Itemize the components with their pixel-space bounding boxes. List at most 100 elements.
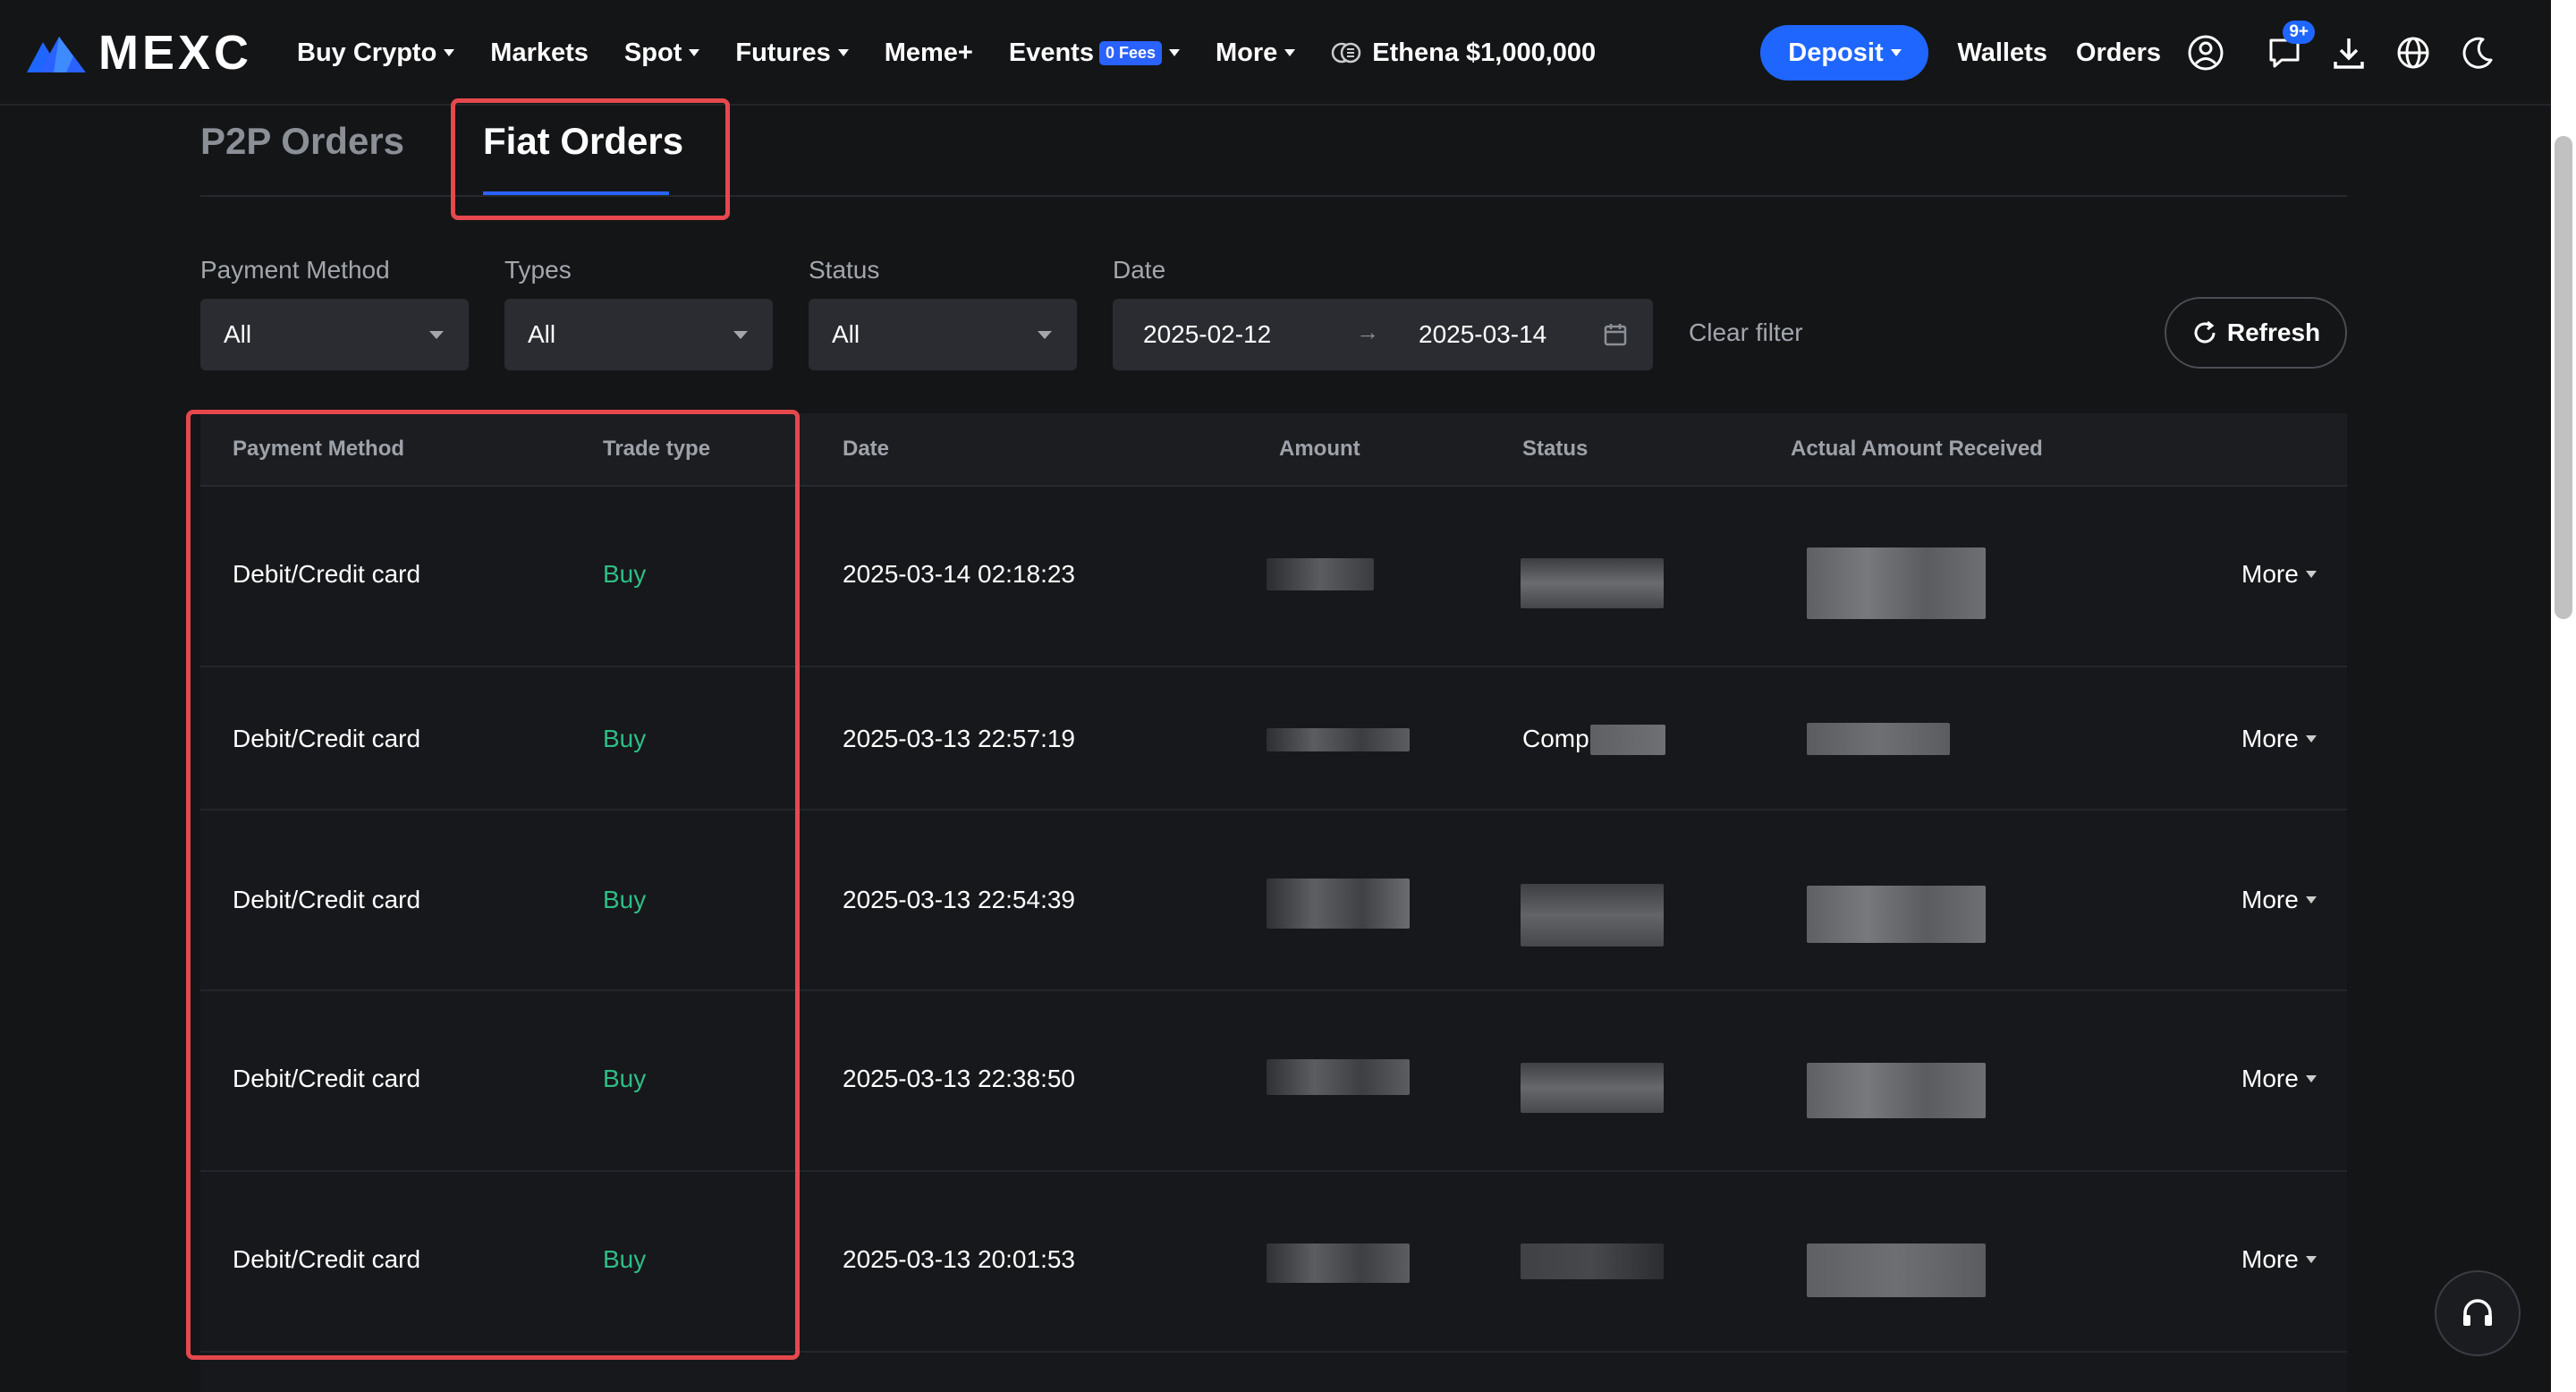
coins-icon [1332, 42, 1361, 64]
redacted-amount [1267, 558, 1374, 590]
date-cell: 2025-03-13 20:01:53 [843, 1245, 1075, 1273]
menu-more[interactable]: More [1216, 38, 1296, 68]
date-filter-label: Date [1113, 256, 1166, 284]
payment-method-select[interactable]: All [200, 299, 469, 370]
chevron-down-icon [429, 331, 444, 339]
download-icon [2334, 38, 2364, 69]
redacted-received [1807, 886, 1986, 943]
top-navigation: MEXC Buy Crypto Markets Spot Futures Mem… [0, 0, 2551, 106]
menu-label: Spot [623, 38, 682, 67]
payment-method-filter-label: Payment Method [200, 256, 390, 284]
more-dropdown[interactable]: More [2241, 560, 2317, 589]
more-dropdown[interactable]: More [2241, 886, 2317, 914]
types-filter-label: Types [504, 256, 572, 284]
promo-text: Ethena $1,000,000 [1372, 38, 1597, 67]
status-cell: Comp [1522, 725, 1589, 752]
clear-filter-link[interactable]: Clear filter [1689, 318, 1803, 347]
more-dropdown[interactable]: More [2241, 1065, 2317, 1093]
notification-badge: 9+ [2283, 21, 2315, 44]
moon-icon [2462, 37, 2493, 69]
menu-label: Meme+ [884, 38, 973, 67]
date-cell: 2025-03-13 22:54:39 [843, 886, 1075, 913]
menu-futures[interactable]: Futures [735, 38, 849, 68]
column-header-status: Status [1522, 437, 1589, 461]
chevron-down-icon [1169, 49, 1180, 56]
brand-name: MEXC [98, 26, 253, 80]
main-menu: Buy Crypto Markets Spot Futures Meme+ Ev… [297, 0, 1631, 106]
redacted-amount [1267, 1243, 1410, 1283]
chevron-down-icon [837, 49, 849, 56]
redacted-amount [1267, 728, 1410, 751]
menu-markets[interactable]: Markets [490, 38, 589, 68]
more-label: More [2241, 560, 2299, 588]
globe-icon [2397, 37, 2429, 69]
download-button[interactable] [2329, 33, 2368, 72]
chevron-down-icon [2305, 735, 2317, 743]
redacted-status [1521, 884, 1664, 946]
chevron-down-icon [1284, 49, 1296, 56]
redacted-status [1521, 1243, 1664, 1279]
menu-spot[interactable]: Spot [623, 38, 700, 68]
redacted-received [1807, 547, 1986, 619]
menu-label: Events [1008, 38, 1094, 67]
language-button[interactable] [2394, 33, 2433, 72]
chevron-down-icon [444, 49, 455, 56]
chevron-down-icon [2305, 1075, 2317, 1082]
redacted-status [1521, 558, 1664, 608]
menu-buy-crypto[interactable]: Buy Crypto [297, 38, 455, 68]
fees-badge: 0 Fees [1098, 40, 1162, 65]
select-value: All [224, 320, 252, 348]
arrow-right-icon: → [1356, 318, 1379, 345]
page-scrollbar-thumb[interactable] [2555, 136, 2572, 619]
types-select[interactable]: All [504, 299, 773, 370]
more-label: More [2241, 1065, 2299, 1092]
redacted-received [1807, 1063, 1986, 1118]
more-label: More [2241, 725, 2299, 752]
chevron-down-icon [1038, 331, 1052, 339]
redacted-amount [1267, 1059, 1410, 1095]
redacted-received [1807, 1243, 1986, 1297]
date-start-input[interactable]: 2025-02-12 [1143, 320, 1271, 349]
date-end-input[interactable]: 2025-03-14 [1419, 320, 1546, 349]
menu-meme-plus[interactable]: Meme+ [885, 38, 973, 68]
chevron-down-icon [733, 331, 748, 339]
redacted-amount [1267, 878, 1410, 929]
date-range-picker[interactable]: 2025-02-12 → 2025-03-14 [1113, 299, 1653, 370]
more-dropdown[interactable]: More [2241, 1245, 2317, 1274]
wallets-link[interactable]: Wallets [1957, 38, 2046, 68]
select-value: All [832, 320, 860, 348]
more-dropdown[interactable]: More [2241, 725, 2317, 753]
deposit-button[interactable]: Deposit [1760, 25, 1929, 81]
column-header-date: Date [843, 437, 890, 461]
customer-support-button[interactable] [2435, 1270, 2521, 1356]
brand-logo[interactable]: MEXC [27, 26, 252, 80]
status-select[interactable]: All [809, 299, 1077, 370]
highlight-box-fiat-tab [451, 98, 730, 220]
chevron-down-icon [2305, 1256, 2317, 1263]
status-filter-label: Status [809, 256, 880, 284]
chevron-down-icon [1890, 49, 1902, 56]
orders-link[interactable]: Orders [2076, 38, 2161, 68]
redacted-status [1590, 725, 1665, 755]
refresh-label: Refresh [2226, 318, 2321, 346]
notifications-button[interactable]: 9+ [2265, 21, 2315, 72]
promo-ethena[interactable]: Ethena $1,000,000 [1331, 38, 1596, 68]
menu-label: Futures [735, 38, 831, 67]
chevron-down-icon [689, 49, 700, 56]
calendar-icon [1604, 324, 1627, 346]
date-cell: 2025-03-13 22:38:50 [843, 1065, 1075, 1092]
theme-toggle-button[interactable] [2458, 33, 2497, 72]
date-cell: 2025-03-14 02:18:23 [843, 560, 1075, 588]
menu-events[interactable]: Events 0 Fees [1009, 38, 1180, 68]
mexc-mountain-logo-icon [27, 37, 86, 72]
tab-p2p-orders[interactable]: P2P Orders [200, 120, 404, 163]
more-label: More [2241, 1245, 2299, 1273]
chevron-down-icon [2305, 571, 2317, 578]
refresh-button[interactable]: Refresh [2165, 297, 2347, 369]
more-label: More [2241, 886, 2299, 913]
highlight-box-payment-trade-columns [186, 410, 800, 1360]
account-button[interactable] [2186, 33, 2225, 72]
headset-icon [2463, 1299, 2492, 1326]
column-header-actual-amount-received: Actual Amount Received [1791, 437, 2043, 461]
user-nav: Deposit Wallets Orders 9+ [1760, 0, 2497, 106]
